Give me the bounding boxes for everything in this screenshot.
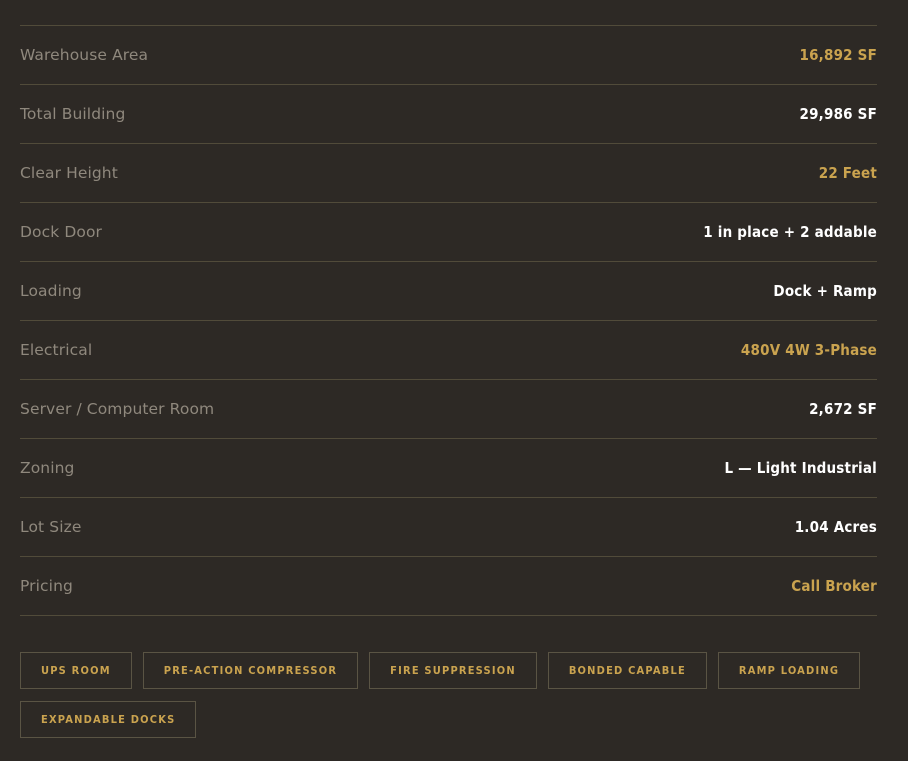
spec-row-electrical: Electrical 480V 4W 3-Phase	[20, 321, 877, 380]
spec-label: Lot Size	[20, 518, 82, 536]
spec-row-loading: Loading Dock + Ramp	[20, 262, 877, 321]
spec-row-zoning: Zoning L — Light Industrial	[20, 439, 877, 498]
tag-ups-room[interactable]: UPS ROOM	[20, 652, 132, 689]
spec-value: L — Light Industrial	[724, 459, 877, 477]
spec-label: Server / Computer Room	[20, 400, 215, 418]
spec-value: 22 Feet	[818, 164, 877, 182]
feature-tags: UPS ROOM PRE-ACTION COMPRESSOR FIRE SUPP…	[20, 652, 880, 738]
tag-ramp-loading[interactable]: RAMP LOADING	[717, 652, 861, 689]
tag-expandable-docks[interactable]: EXPANDABLE DOCKS	[20, 701, 197, 738]
spec-value: 2,672 SF	[809, 400, 877, 418]
spec-value: 16,892 SF	[799, 46, 877, 64]
property-specs-panel: Warehouse Area 16,892 SF Total Building …	[0, 0, 908, 761]
tag-pre-action-compressor[interactable]: PRE-ACTION COMPRESSOR	[142, 652, 359, 689]
spec-label: Zoning	[20, 459, 75, 477]
spec-row-server-room: Server / Computer Room 2,672 SF	[20, 380, 877, 439]
spec-row-warehouse-area: Warehouse Area 16,892 SF	[20, 26, 877, 85]
spec-value: 480V 4W 3-Phase	[740, 341, 877, 359]
spec-label: Dock Door	[20, 223, 103, 241]
spec-label: Electrical	[20, 341, 93, 359]
spec-label: Warehouse Area	[20, 46, 149, 64]
tag-fire-suppression[interactable]: FIRE SUPPRESSION	[369, 652, 537, 689]
spec-row-dock-door: Dock Door 1 in place + 2 addable	[20, 203, 877, 262]
spec-label: Loading	[20, 282, 82, 300]
spec-value: 1.04 Acres	[794, 518, 877, 536]
spec-label: Pricing	[20, 577, 73, 595]
spec-row-lot-size: Lot Size 1.04 Acres	[20, 498, 877, 557]
spec-row-clear-height: Clear Height 22 Feet	[20, 144, 877, 203]
spec-label: Total Building	[20, 105, 126, 123]
spec-value: Call Broker	[791, 577, 877, 595]
spec-value: 29,986 SF	[799, 105, 877, 123]
spec-row-total-building: Total Building 29,986 SF	[20, 85, 877, 144]
spec-value: 1 in place + 2 addable	[703, 223, 877, 241]
spec-row-pricing: Pricing Call Broker	[20, 557, 877, 616]
spec-label: Clear Height	[20, 164, 118, 182]
tag-bonded-capable[interactable]: BONDED CAPABLE	[547, 652, 707, 689]
specs-table: Warehouse Area 16,892 SF Total Building …	[20, 25, 877, 616]
spec-value: Dock + Ramp	[773, 282, 877, 300]
